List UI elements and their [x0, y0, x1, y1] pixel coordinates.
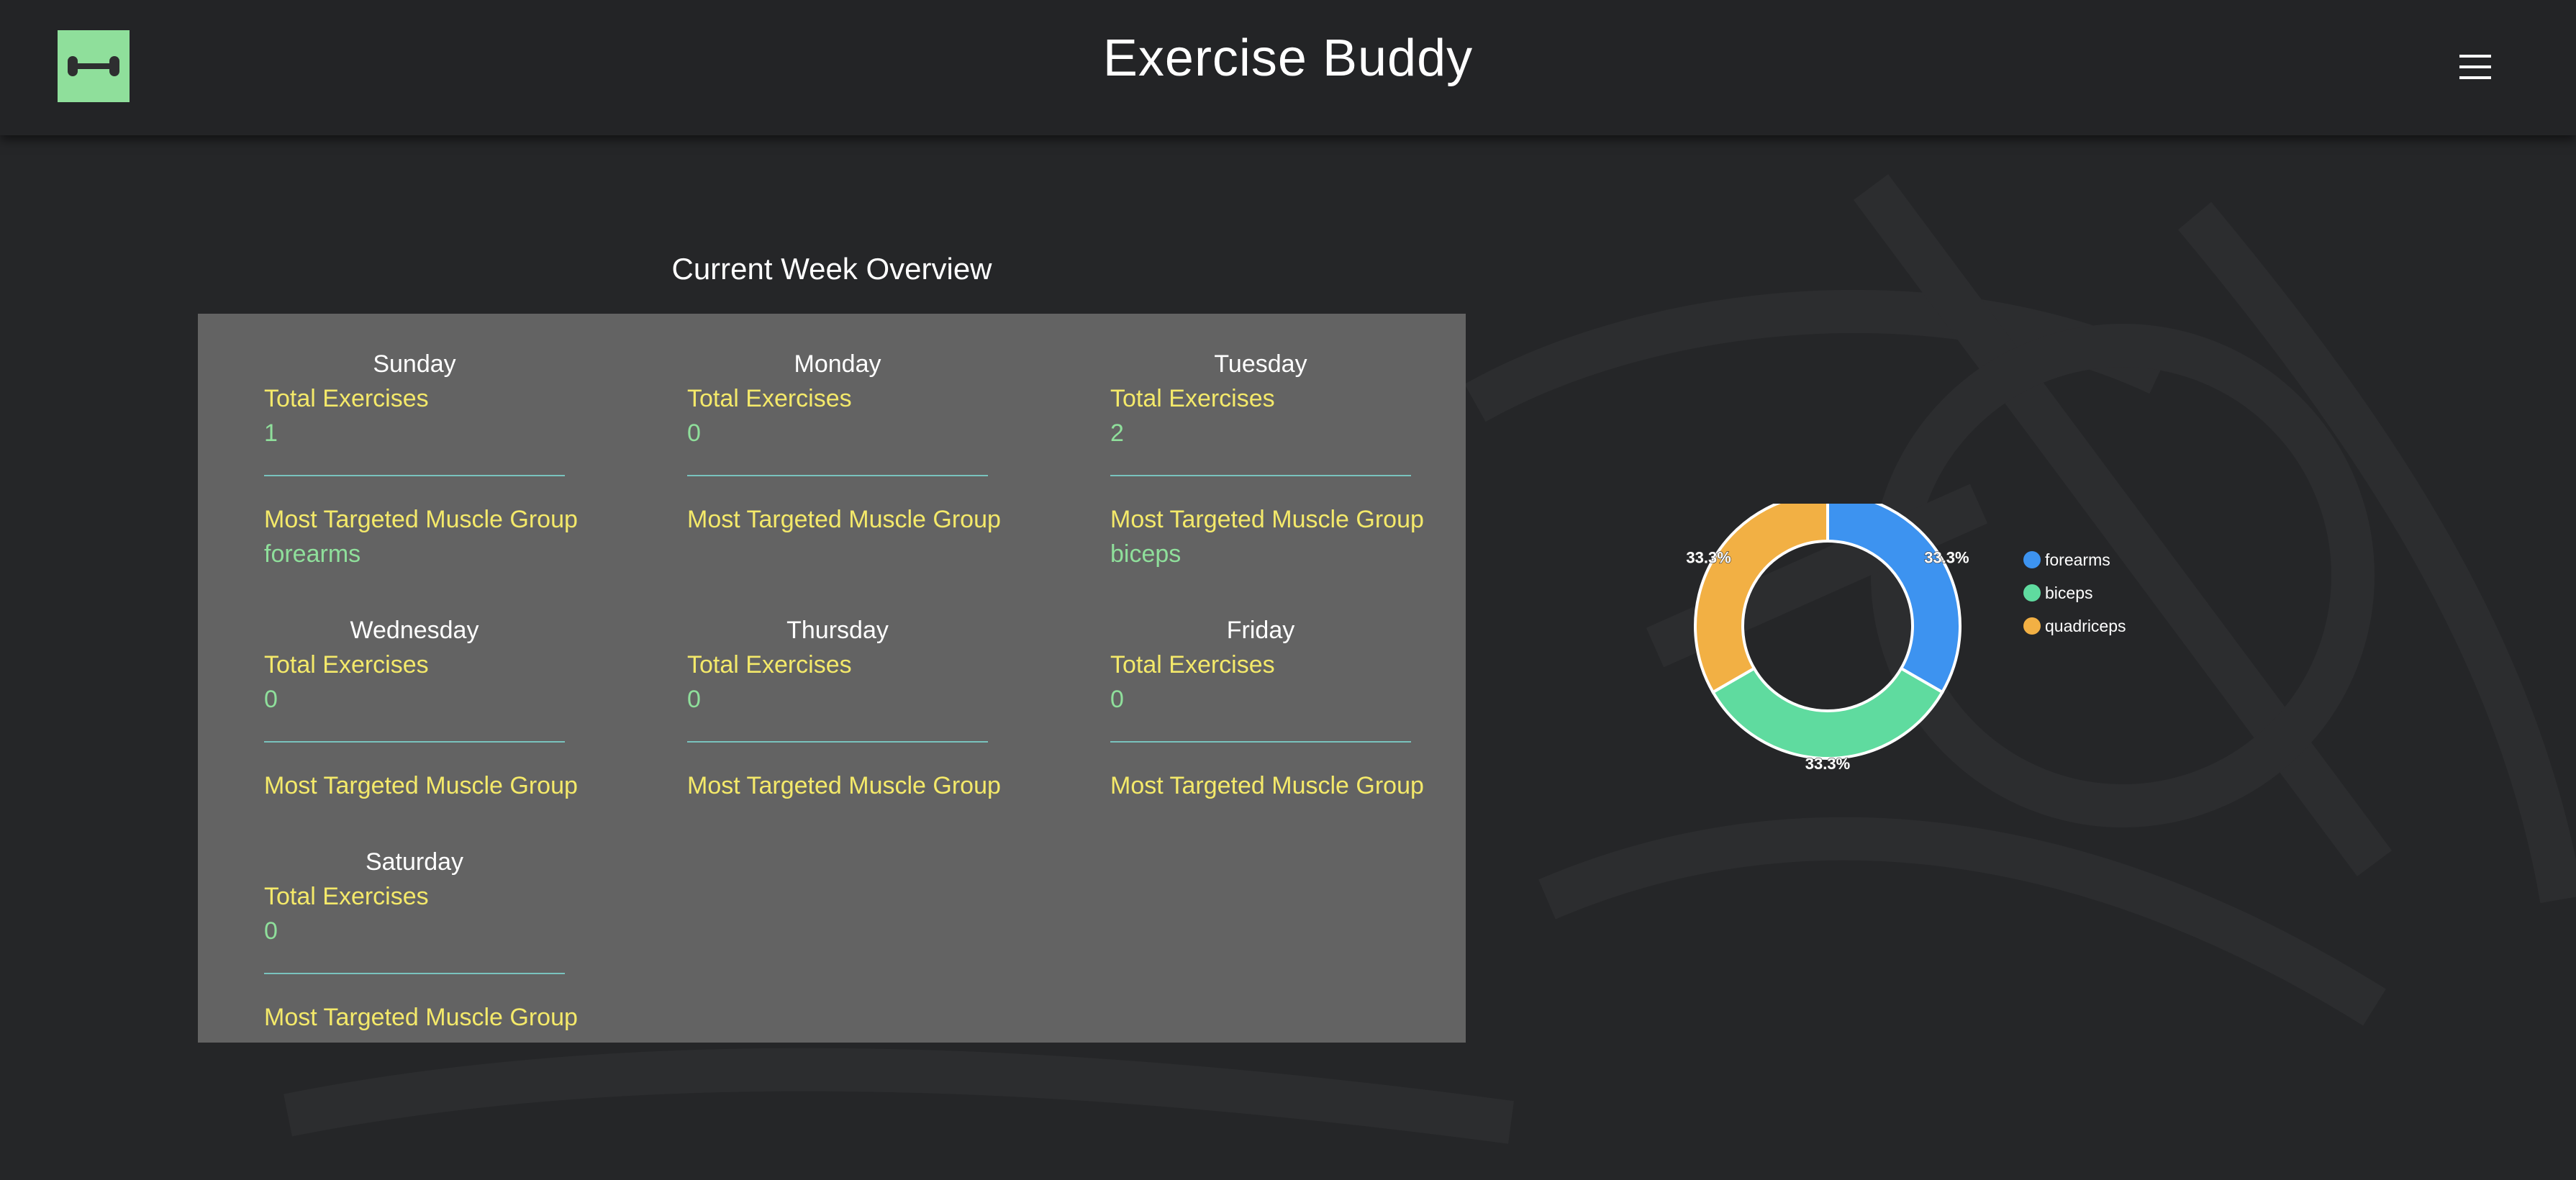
total-exercises-value: 1: [264, 419, 278, 447]
muscle-group-label: Most Targeted Muscle Group: [687, 772, 1001, 799]
legend-swatch-forearms: [2023, 551, 2041, 568]
day-name: Sunday: [373, 350, 456, 378]
total-exercises-label: Total Exercises: [264, 651, 429, 678]
legend-label-biceps[interactable]: biceps: [2045, 584, 2092, 602]
day-block-friday: Friday Total Exercises 0 Most Targeted Musc…: [1110, 613, 1424, 838]
muscle-group-label: Most Targeted Muscle Group: [1110, 506, 1424, 533]
slice-label-biceps: 33.3%: [1805, 755, 1850, 773]
total-exercises-label: Total Exercises: [264, 385, 429, 412]
day-name: Monday: [794, 350, 881, 378]
total-exercises-label: Total Exercises: [687, 651, 852, 678]
day-block-wednesday: Wednesday Total Exercises 0 Most Targeted M…: [264, 613, 578, 838]
slice-quadriceps[interactable]: [1694, 504, 1829, 694]
muscle-group-label: Most Targeted Muscle Group: [264, 506, 578, 533]
muscle-group-value: [1110, 803, 1411, 838]
divider: [264, 741, 565, 743]
muscle-group-value: [264, 803, 565, 838]
legend-swatch-biceps: [2023, 584, 2041, 602]
app-title: Exercise Buddy: [1102, 30, 1474, 87]
muscle-group-value: [264, 1035, 565, 1069]
total-exercises-value: 0: [264, 917, 278, 945]
week-overview-card: Sunday Total Exercises 1 Most Targeted Musc…: [198, 314, 1466, 1043]
total-exercises-value: 0: [687, 419, 701, 447]
divider: [1110, 741, 1411, 743]
slice-biceps[interactable]: [1710, 666, 1945, 760]
muscle-group-value: biceps: [1110, 540, 1182, 568]
day-name: Tuesday: [1214, 350, 1307, 378]
total-exercises-value: 0: [264, 686, 278, 713]
divider: [687, 475, 988, 476]
muscle-group-value: forearms: [264, 540, 361, 568]
divider: [264, 973, 565, 974]
day-name: Wednesday: [350, 617, 479, 644]
total-exercises-label: Total Exercises: [264, 883, 429, 910]
divider: [687, 741, 988, 743]
total-exercises-value: 0: [687, 686, 701, 713]
day-block-tuesday: Tuesday Total Exercises 2 Most Targeted Mus…: [1110, 347, 1424, 571]
divider: [264, 475, 565, 476]
legend-label-quadriceps[interactable]: quadriceps: [2045, 617, 2126, 635]
muscle-group-label: Most Targeted Muscle Group: [1110, 772, 1424, 799]
day-name: Friday: [1226, 617, 1295, 644]
total-exercises-label: Total Exercises: [1110, 651, 1275, 678]
slice-label-forearms: 33.3%: [1924, 549, 1969, 567]
total-exercises-value: 2: [1110, 419, 1124, 447]
total-exercises-label: Total Exercises: [1110, 385, 1275, 412]
day-name: Saturday: [365, 848, 464, 876]
day-block-monday: Monday Total Exercises 0 Most Targeted Musc…: [687, 347, 1001, 571]
total-exercises-label: Total Exercises: [687, 385, 852, 412]
muscle-group-label: Most Targeted Muscle Group: [264, 772, 578, 799]
muscle-group-label: Most Targeted Muscle Group: [687, 506, 1001, 533]
legend-swatch-quadriceps: [2023, 617, 2041, 635]
app-header: Exercise Buddy: [0, 0, 2576, 135]
day-name: Thursday: [786, 617, 889, 644]
day-block-sunday: Sunday Total Exercises 1 Most Targeted Musc…: [264, 347, 578, 571]
divider: [1110, 475, 1411, 476]
total-exercises-value: 0: [1110, 686, 1124, 713]
muscle-group-donut-chart: 33.3% 33.3% 33.3% forearms biceps quadriceps: [1686, 504, 2126, 773]
slice-label-quadriceps: 33.3%: [1686, 549, 1731, 567]
day-block-saturday: Saturday Total Exercises 0 Most Targeted Mu…: [264, 845, 578, 1069]
muscle-group-value: [687, 537, 988, 571]
slice-forearms[interactable]: [1826, 504, 1962, 694]
day-block-thursday: Thursday Total Exercises 0 Most Targeted Mu…: [687, 613, 1001, 838]
muscle-group-label: Most Targeted Muscle Group: [264, 1004, 578, 1031]
page: Exercise Buddy Current Week Overview Sun…: [0, 0, 2576, 1180]
overview-title: Current Week Overview: [671, 252, 992, 286]
legend-label-forearms[interactable]: forearms: [2045, 550, 2110, 569]
muscle-group-value: [687, 803, 988, 838]
hamburger-menu-icon[interactable]: [2459, 55, 2491, 79]
